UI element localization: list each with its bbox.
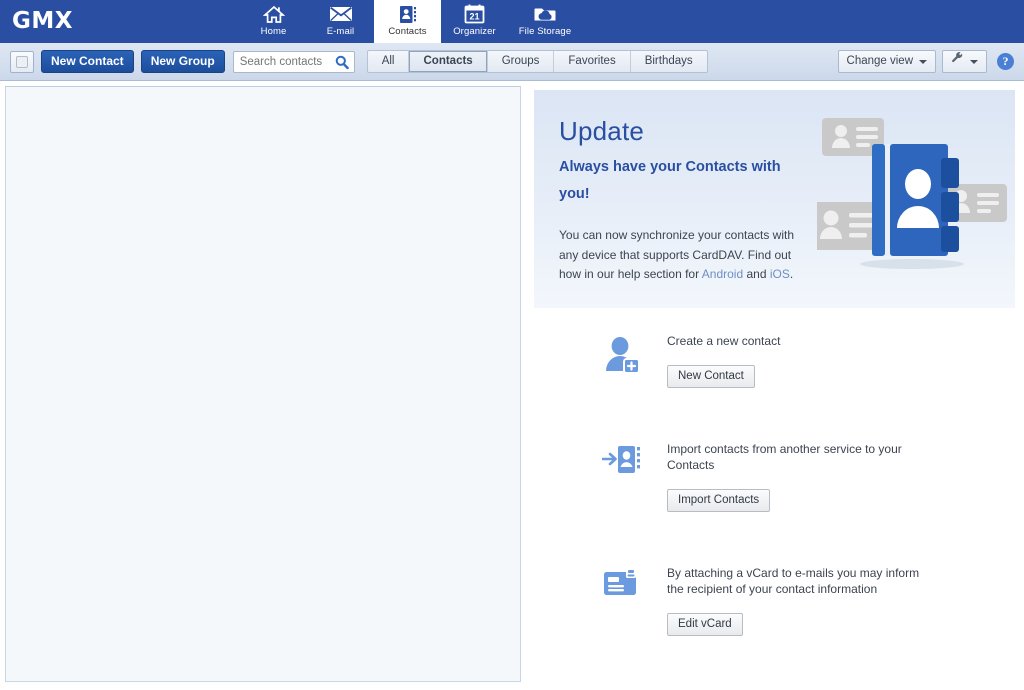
edit-vcard-action-button[interactable]: Edit vCard xyxy=(667,613,743,636)
home-icon xyxy=(262,4,285,24)
banner-and: and xyxy=(743,267,770,281)
filter-tab-all[interactable]: All xyxy=(368,51,410,72)
nav-item-contacts[interactable]: Contacts xyxy=(374,0,441,43)
top-navigation-bar: GMX Home E-mail Contacts 21 Organizer Fi… xyxy=(0,0,1024,43)
new-contact-button[interactable]: New Contact xyxy=(41,50,134,73)
nav-label-organizer: Organizer xyxy=(453,26,496,37)
wrench-icon xyxy=(951,51,964,72)
import-contacts-action-button[interactable]: Import Contacts xyxy=(667,489,771,512)
banner-subtitle: Always have your Contacts with you! xyxy=(559,159,781,202)
cloud-folder-icon xyxy=(533,4,558,24)
nav-label-file-storage: File Storage xyxy=(518,26,572,37)
action-text-edit-vcard: By attaching a vCard to e-mails you may … xyxy=(651,561,939,636)
svg-text:21: 21 xyxy=(469,11,479,21)
filter-tabs: All Contacts Groups Favorites Birthdays xyxy=(366,50,708,73)
main-body: Update Always have your Contacts with yo… xyxy=(0,81,1024,690)
action-row-create-contact: Create a new contact New Contact xyxy=(521,329,1024,388)
chevron-down-icon-settings xyxy=(970,59,978,64)
search-contacts-field[interactable] xyxy=(232,50,355,75)
new-contact-action-button[interactable]: New Contact xyxy=(667,365,755,388)
nav-item-email[interactable]: E-mail xyxy=(307,0,374,43)
envelope-icon xyxy=(329,4,353,24)
action-row-edit-vcard: By attaching a vCard to e-mails you may … xyxy=(521,561,1024,636)
settings-button[interactable] xyxy=(942,50,987,73)
import-contacts-icon xyxy=(593,437,651,477)
nav-label-contacts: Contacts xyxy=(388,26,427,37)
contacts-toolbar: New Contact New Group All Contacts Group… xyxy=(0,43,1024,81)
action-text-import-contacts: Import contacts from another service to … xyxy=(651,437,939,512)
search-icon[interactable] xyxy=(335,55,349,75)
quick-actions-list: Create a new contact New Contact Import … xyxy=(521,329,1024,685)
filter-tab-groups[interactable]: Groups xyxy=(488,51,555,72)
toolbar-right-controls: Change view ? xyxy=(837,50,1014,73)
ios-link[interactable]: iOS xyxy=(770,267,790,281)
nav-label-email: E-mail xyxy=(326,26,355,37)
contacts-book-icon xyxy=(397,4,419,24)
add-person-icon xyxy=(593,329,651,375)
action-title-import-contacts: Import contacts from another service to … xyxy=(667,442,902,472)
change-view-label: Change view xyxy=(846,55,913,67)
nav-item-home[interactable]: Home xyxy=(240,0,307,43)
action-title-edit-vcard: By attaching a vCard to e-mails you may … xyxy=(667,566,920,596)
address-book-illustration xyxy=(809,112,1007,282)
filter-tab-contacts[interactable]: Contacts xyxy=(409,51,488,72)
action-row-import-contacts: Import contacts from another service to … xyxy=(521,437,1024,512)
banner-title: Update xyxy=(559,116,645,146)
new-group-button[interactable]: New Group xyxy=(140,50,225,73)
gmx-logo[interactable]: GMX xyxy=(12,8,73,34)
chevron-down-icon xyxy=(919,59,927,64)
checkbox-inner xyxy=(16,55,28,68)
calendar-21-icon: 21 xyxy=(464,4,485,24)
vcard-icon xyxy=(593,561,651,599)
banner-period: . xyxy=(789,267,794,281)
select-all-checkbox[interactable] xyxy=(10,50,34,73)
nav-item-file-storage[interactable]: File Storage xyxy=(508,0,582,43)
filter-tab-favorites[interactable]: Favorites xyxy=(554,51,631,72)
banner-description: You can now synchronize your contacts wi… xyxy=(559,226,811,285)
android-link[interactable]: Android xyxy=(702,267,743,281)
top-nav-items: Home E-mail Contacts 21 Organizer File S… xyxy=(240,0,582,43)
help-button[interactable]: ? xyxy=(997,53,1014,70)
contacts-detail-pane: Update Always have your Contacts with yo… xyxy=(521,81,1024,690)
filter-tab-birthdays[interactable]: Birthdays xyxy=(631,51,707,72)
nav-item-organizer[interactable]: 21 Organizer xyxy=(441,0,508,43)
nav-label-home: Home xyxy=(260,26,287,37)
update-banner: Update Always have your Contacts with yo… xyxy=(534,90,1015,308)
action-title-create-contact: Create a new contact xyxy=(667,334,781,348)
change-view-button[interactable]: Change view xyxy=(837,50,936,73)
contacts-list-pane[interactable] xyxy=(5,86,521,682)
action-text-create-contact: Create a new contact New Contact xyxy=(651,329,939,388)
search-input[interactable] xyxy=(233,55,330,68)
